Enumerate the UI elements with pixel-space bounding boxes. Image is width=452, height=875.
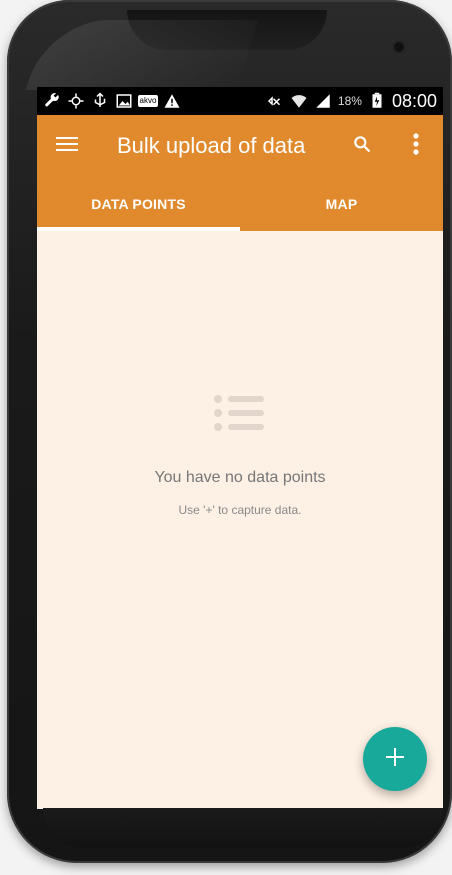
search-icon <box>352 134 372 159</box>
akvo-icon: akvo <box>137 92 159 110</box>
tab-data-points[interactable]: DATA POINTS <box>37 177 240 231</box>
app-bar: Bulk upload of data <box>37 115 443 177</box>
phone-glare <box>25 20 259 90</box>
main-content: You have no data points Use '+' to captu… <box>37 231 443 809</box>
more-vert-icon <box>412 132 420 161</box>
warning-icon <box>163 92 181 110</box>
battery-percent: 18% <box>337 94 362 108</box>
tab-map[interactable]: MAP <box>240 177 443 231</box>
image-icon <box>115 92 133 110</box>
gps-icon <box>67 92 85 110</box>
status-left-icons: akvo <box>43 92 181 110</box>
usb-icon <box>91 92 109 110</box>
add-data-point-button[interactable] <box>363 727 427 791</box>
hamburger-icon <box>56 135 78 158</box>
tab-map-label: MAP <box>325 196 358 212</box>
battery-icon <box>368 92 386 110</box>
status-right-icons: 18% 08:00 <box>266 91 437 112</box>
phone-frame: akvo 18% 08:00 Bulk upload of data DATA … <box>7 0 452 863</box>
app-bar-actions <box>335 115 443 177</box>
wifi-icon <box>290 92 308 110</box>
signal-icon <box>314 92 332 110</box>
page-title: Bulk upload of data <box>117 133 306 158</box>
akvo-badge: akvo <box>137 95 159 107</box>
phone-bottom-bezel <box>43 808 443 848</box>
phone-screen: akvo 18% 08:00 Bulk upload of data DATA … <box>37 87 443 809</box>
overflow-menu-button[interactable] <box>389 115 443 177</box>
time: 08:00 <box>391 90 437 111</box>
menu-button[interactable] <box>37 115 97 177</box>
tab-bar: DATA POINTS MAP <box>37 177 443 231</box>
plus-icon <box>383 745 407 774</box>
search-button[interactable] <box>335 115 389 177</box>
list-icon <box>210 391 270 441</box>
status-bar: akvo 18% 08:00 <box>37 87 443 115</box>
mute-icon <box>266 92 284 110</box>
empty-state: You have no data points Use '+' to captu… <box>37 391 443 517</box>
tab-data-points-label: DATA POINTS <box>91 196 186 212</box>
wrench-icon <box>43 92 61 110</box>
empty-subtitle: Use '+' to capture data. <box>178 503 302 517</box>
empty-title: You have no data points <box>154 469 326 486</box>
front-camera <box>392 40 406 54</box>
